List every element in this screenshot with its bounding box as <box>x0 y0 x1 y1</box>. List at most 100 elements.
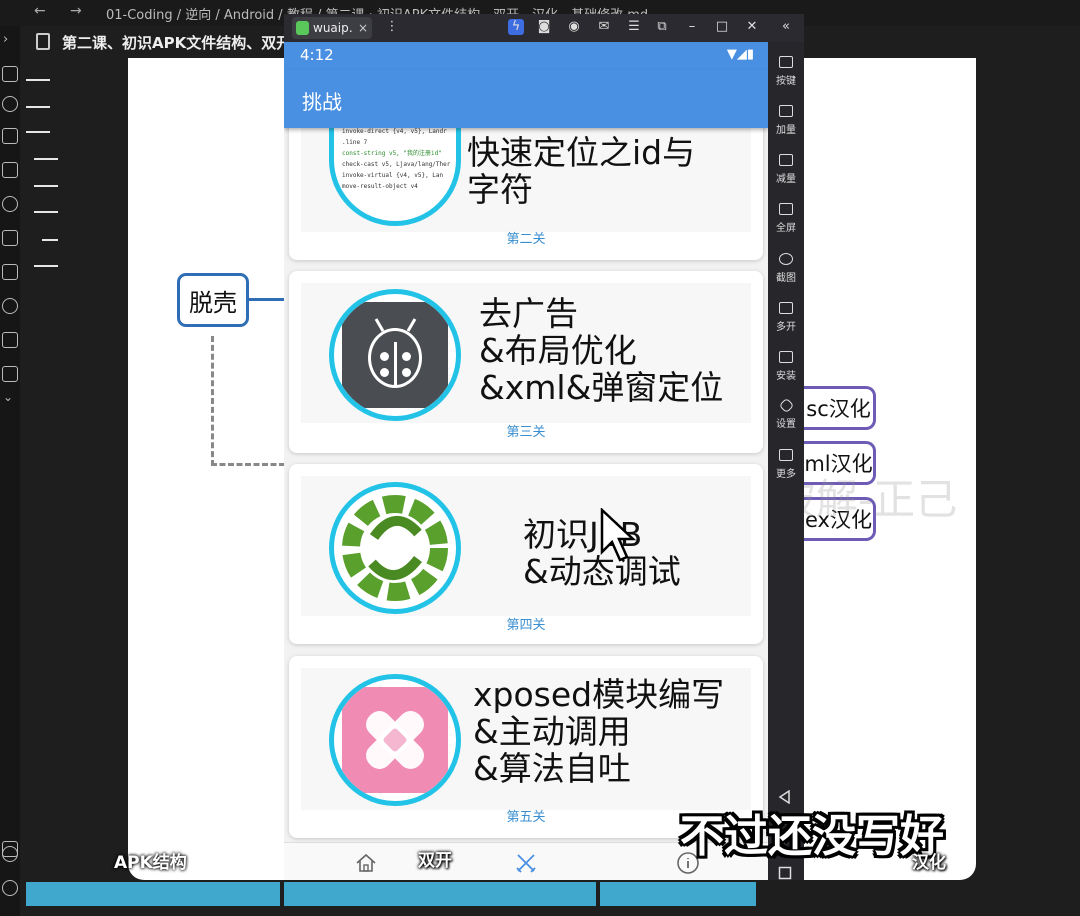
settings-gear-icon[interactable] <box>2 880 18 896</box>
outline-line <box>34 211 58 213</box>
sidebar-multi-instance-button[interactable]: 多开 <box>768 302 804 333</box>
minimize-icon[interactable]: – <box>684 19 700 35</box>
crossed-swords-icon[interactable] <box>514 851 538 875</box>
layers-icon[interactable] <box>2 332 18 348</box>
restore-window-icon[interactable]: ⧉ <box>654 19 670 35</box>
code-line: const-string v5, "我的注册id" <box>342 150 442 157</box>
sidebar-keymap-button[interactable]: 按键 <box>768 56 804 87</box>
search-icon[interactable] <box>2 96 18 112</box>
home-icon[interactable] <box>354 851 378 875</box>
checklist-icon[interactable] <box>2 264 18 280</box>
code-line: move-result-object v4 <box>342 183 418 190</box>
gamepad-icon[interactable]: ◙ <box>536 19 552 35</box>
chevron-right-icon[interactable]: › <box>3 32 8 47</box>
outline-line <box>42 239 58 241</box>
code-line: invoke-virtual {v4, v5}, Lan <box>342 172 444 179</box>
strip-segment <box>600 882 756 906</box>
sidebar-label: 更多 <box>776 469 796 480</box>
sidebar-install-apk-button[interactable]: 安装 <box>768 351 804 382</box>
more-icon <box>779 449 793 461</box>
mindmap-connector <box>248 298 288 301</box>
document-icon <box>36 33 50 50</box>
status-bar: 4:12 ▼◢▮ <box>284 42 768 70</box>
close-icon[interactable]: ✕ <box>744 19 760 35</box>
sidebar-volume-up-button[interactable]: 加量 <box>768 105 804 136</box>
mindmap-node-tuoke[interactable]: 脱壳 <box>177 273 249 327</box>
forward-arrow-icon[interactable]: → <box>70 3 82 19</box>
maximize-icon[interactable]: □ <box>714 19 730 35</box>
level-card-3[interactable]: 去广告 &布局优化 &xml&弹窗定位 第三关 <box>289 271 763 453</box>
copy-icon[interactable] <box>2 230 18 246</box>
strip-segment <box>26 882 280 906</box>
table-icon[interactable] <box>2 128 18 144</box>
app-icon <box>296 21 310 35</box>
level-card-4[interactable]: 初识JEB &动态调试 第四关 <box>289 464 763 644</box>
help-icon[interactable] <box>2 846 18 862</box>
caption-hanhua: 汉化 <box>912 853 946 873</box>
sidebar-label: 按键 <box>776 76 796 87</box>
chevron-down-icon[interactable]: ⌄ <box>3 390 13 404</box>
ladybug-icon <box>342 302 448 408</box>
dice-icon[interactable] <box>2 66 18 82</box>
bandage-badge <box>329 674 461 806</box>
mail-icon[interactable]: ✉ <box>596 19 612 35</box>
strip-segment <box>284 882 596 906</box>
outline-line <box>34 158 58 160</box>
caption-apk-structure: APK结构 <box>114 853 187 873</box>
video-caption: 不过还没写好 <box>680 811 944 862</box>
left-ribbon: › ⌄ <box>0 26 20 916</box>
card-title: 去广告 &布局优化 &xml&弹窗定位 <box>479 294 724 407</box>
scissors-icon <box>779 253 793 265</box>
outline-line <box>34 265 58 267</box>
caption-shuangkai: 双开 <box>418 851 452 871</box>
sidebar-screenshot-button[interactable]: 截图 <box>768 253 804 284</box>
level-label: 第四关 <box>506 618 546 633</box>
sidebar-label: 安装 <box>776 371 796 382</box>
level-label: 第三关 <box>506 425 546 440</box>
bottom-status-strip <box>26 882 756 906</box>
sidebar-fullscreen-button[interactable]: 全屏 <box>768 203 804 234</box>
volume-down-icon <box>779 154 793 166</box>
account-icon[interactable]: ◉ <box>566 19 582 35</box>
wifi-signal-battery-icon: ▼◢▮ <box>726 47 754 62</box>
calendar-icon[interactable] <box>2 162 18 178</box>
sidebar-volume-down-button[interactable]: 减量 <box>768 154 804 185</box>
sidebar-settings-button[interactable]: 设置 <box>768 397 804 430</box>
apk-install-icon <box>779 351 793 363</box>
emulator-tab-title: wuaip… <box>313 21 354 35</box>
mouse-cursor-icon <box>600 508 636 562</box>
status-time: 4:12 <box>300 46 334 64</box>
mindmap-dashed-connector <box>211 336 214 466</box>
card-title: xposed模块编写 &主动调用 &算法自吐 <box>473 675 725 788</box>
lightning-icon[interactable]: ϟ <box>508 19 524 35</box>
card-title: 快速定位之id与 字符 <box>467 133 696 209</box>
outline-line <box>26 131 50 133</box>
keyboard-icon <box>779 56 793 68</box>
list-icon[interactable] <box>2 366 18 382</box>
outline-line <box>34 185 58 187</box>
gear-badge <box>329 482 461 614</box>
menu-icon[interactable]: ☰ <box>626 19 642 35</box>
lightbulb-icon[interactable] <box>2 196 18 212</box>
emulator-tab[interactable]: wuaip… × <box>292 17 372 39</box>
gear-swirl-icon <box>342 495 448 601</box>
emulator-sidebar: 按键 加量 减量 全屏 截图 多开 安装 设置 更多 <box>768 42 804 880</box>
document-title: 第二课、初识APK文件结构、双开、汉化、基础修改 <box>62 34 284 52</box>
app-bar: 挑战 <box>284 70 768 128</box>
back-arrow-icon[interactable]: ← <box>34 3 46 19</box>
ladybug-badge <box>329 289 461 421</box>
sidebar-more-button[interactable]: 更多 <box>768 449 804 480</box>
card-banner: 去广告 &布局优化 &xml&弹窗定位 <box>301 283 751 423</box>
level-label: 第二关 <box>506 232 546 247</box>
kebab-menu-icon[interactable]: ⋮ <box>384 19 400 35</box>
graph-icon[interactable] <box>2 298 18 314</box>
tab-close-icon[interactable]: × <box>358 21 368 35</box>
android-screen[interactable]: 4:12 ▼◢▮ 挑战 invoke-direct {v4, v5}, Land… <box>284 42 768 880</box>
code-line: check-cast v5, Ljava/lang/Ther <box>342 161 451 168</box>
android-recents-icon[interactable] <box>778 866 792 880</box>
settings-icon <box>778 397 794 414</box>
mindmap-node-sc-hanhua[interactable]: sc汉化 <box>804 386 876 430</box>
fullscreen-icon <box>779 203 793 215</box>
collapse-sidebar-icon[interactable]: « <box>778 19 794 35</box>
code-line: .line 7 <box>342 139 368 146</box>
